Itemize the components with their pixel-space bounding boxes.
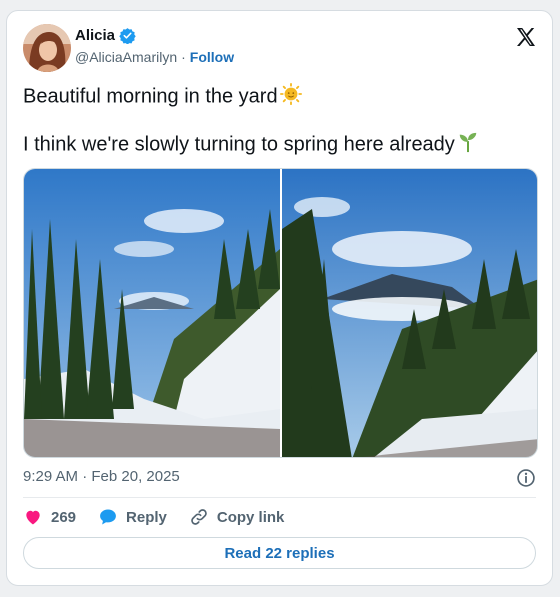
read-replies-button[interactable]: Read 22 replies <box>23 537 536 569</box>
link-icon <box>191 509 207 525</box>
photo-gallery[interactable] <box>23 168 538 458</box>
x-logo-icon[interactable] <box>514 25 538 49</box>
post-text-1: Beautiful morning in the yard <box>23 85 278 108</box>
post-card: Alicia @AliciaAmarilyn · Follow Beautifu… <box>6 10 553 586</box>
separator-dot: · <box>181 49 186 65</box>
handle-row: @AliciaAmarilyn · Follow <box>75 49 234 65</box>
avatar[interactable] <box>23 24 71 72</box>
author-name[interactable]: Alicia <box>75 27 115 44</box>
speech-bubble-icon <box>100 509 116 525</box>
verified-badge-icon <box>119 28 136 44</box>
seedling-icon <box>457 131 479 159</box>
copy-link-button[interactable]: Copy link <box>189 507 285 527</box>
author-name-row: Alicia <box>75 27 136 44</box>
info-icon[interactable] <box>516 468 536 488</box>
photo-right[interactable] <box>282 169 538 458</box>
post-text-line2: I think we're slowly turning to spring h… <box>23 131 479 159</box>
divider <box>23 497 536 498</box>
like-count: 269 <box>51 508 77 526</box>
copy-link-label: Copy link <box>216 508 285 526</box>
author-handle[interactable]: @AliciaAmarilyn <box>75 49 177 65</box>
post-timestamp[interactable]: 9:29 AM · Feb 20, 2025 <box>23 468 180 485</box>
action-bar: 269 Reply Copy link <box>23 507 306 527</box>
like-button[interactable]: 269 <box>23 507 76 527</box>
post-text-2: I think we're slowly turning to spring h… <box>23 133 455 156</box>
sun-behind-cloud-icon <box>279 83 302 111</box>
reply-label: Reply <box>126 508 167 526</box>
post-text-line1: Beautiful morning in the yard <box>23 83 302 111</box>
follow-button[interactable]: Follow <box>190 49 234 65</box>
reply-button[interactable]: Reply <box>98 507 167 527</box>
heart-icon <box>26 510 40 525</box>
photo-left[interactable] <box>24 169 280 458</box>
